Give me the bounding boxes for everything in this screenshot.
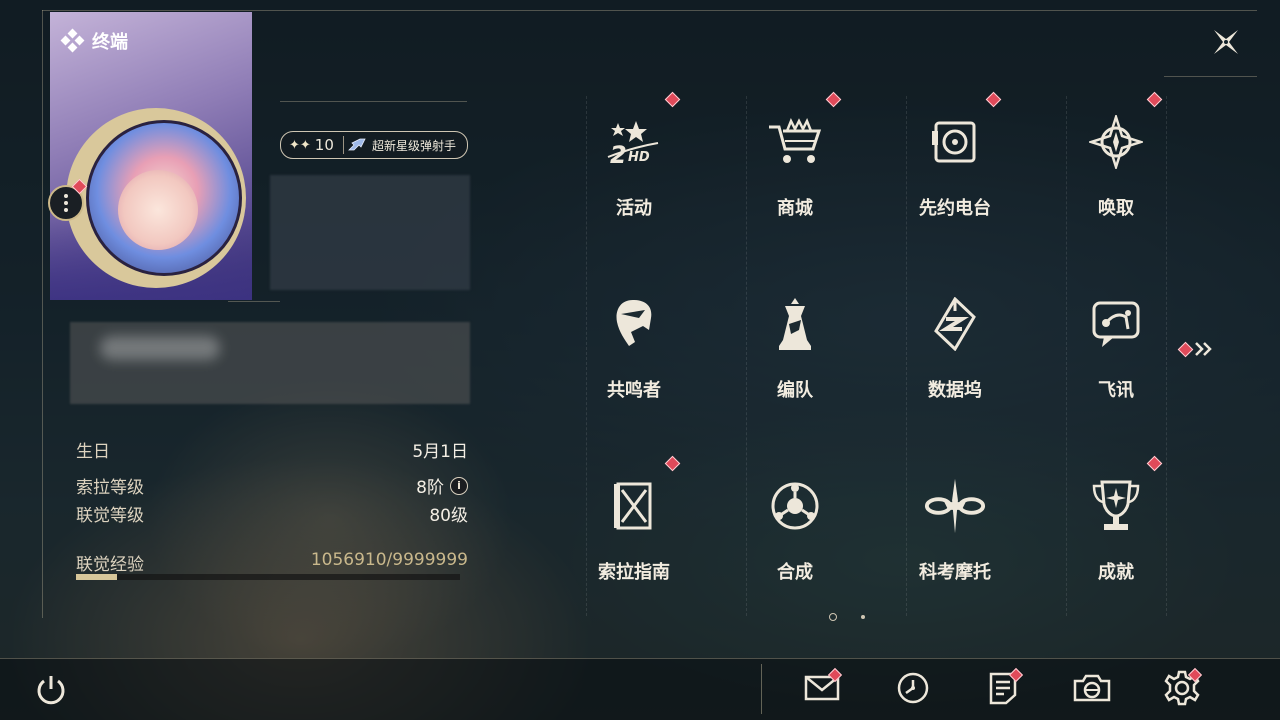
- team-chess-icon: [763, 292, 827, 356]
- menu-item-label: 商城: [777, 198, 813, 219]
- double-chevron-right-icon: [1195, 342, 1212, 356]
- card-title-text: 终端: [92, 32, 128, 53]
- svg-text:HD: HD: [628, 150, 650, 165]
- avatar-face: [118, 170, 198, 250]
- power-button[interactable]: [31, 670, 71, 710]
- birthday-value: 5月1日: [412, 442, 468, 462]
- menu-item-label: 数据坞: [928, 380, 982, 401]
- exp-progress-bar: [76, 574, 460, 580]
- menu-item-label: 飞讯: [1098, 380, 1134, 401]
- exp-progress-fill: [76, 574, 117, 580]
- synthesis-icon: [763, 474, 827, 538]
- close-icon: [1214, 30, 1238, 54]
- clock-icon: [896, 671, 930, 709]
- shop-cart-icon: [763, 110, 827, 174]
- notification-badge: [664, 455, 681, 472]
- frame-left-line: [42, 10, 43, 618]
- sola-level-row: 索拉等级 8阶 i: [76, 473, 468, 498]
- rank-level-value: 10: [314, 136, 334, 154]
- menu-item-label: 共鸣者: [607, 380, 661, 401]
- menu-item-label: 成就: [1098, 562, 1134, 583]
- obscured-name-area: [70, 322, 470, 404]
- diamond-cluster-icon: [60, 28, 85, 53]
- card-title: 终端: [60, 28, 128, 54]
- rank-underline: [280, 101, 467, 102]
- union-level-row: 联觉等级 80级: [76, 501, 468, 526]
- card-divider: [228, 301, 280, 302]
- bottom-divider: [761, 664, 762, 714]
- birthday-row: 生日 5月1日: [76, 437, 468, 462]
- databank-icon: [923, 292, 987, 356]
- power-icon: [37, 676, 65, 705]
- trophy-icon: [1084, 474, 1148, 538]
- menu-item-guide-book[interactable]: 索拉指南: [554, 455, 714, 606]
- camera-button[interactable]: [1072, 670, 1112, 710]
- guide-book-icon: [602, 474, 666, 538]
- frame-corner-line: [1164, 76, 1257, 77]
- message-icon: [1084, 292, 1148, 356]
- radio-icon: [923, 110, 987, 174]
- exp-label: 联觉经验: [76, 555, 144, 575]
- event-2hd-icon: 2 HD: [602, 110, 666, 174]
- mail-button[interactable]: [802, 667, 843, 710]
- menu-item-shop-cart[interactable]: 商城: [715, 91, 875, 242]
- exp-row: 联觉经验 1056910/9999999: [76, 550, 468, 575]
- next-page-badge: [1177, 341, 1194, 357]
- menu-item-label: 编队: [777, 380, 813, 401]
- page-dot[interactable]: [861, 615, 865, 619]
- notification-badge: [825, 91, 842, 108]
- rank-level: ✦✦ 10: [281, 136, 343, 154]
- rank-pill[interactable]: ✦✦ 10 超新星级弹射手: [280, 131, 468, 159]
- frame-top-line: [42, 10, 1257, 11]
- next-page-button[interactable]: [1177, 340, 1215, 358]
- menu-item-summon-compass[interactable]: 唤取: [1036, 91, 1196, 242]
- sola-level-value: 8阶: [416, 478, 444, 498]
- notification-badge: [1146, 455, 1163, 472]
- sola-level-value-group: 8阶 i: [416, 473, 468, 498]
- clock-button[interactable]: [893, 670, 933, 710]
- menu-item-label: 先约电台: [919, 198, 991, 219]
- notification-badge: [664, 91, 681, 108]
- union-level-value: 80级: [429, 506, 468, 526]
- menu-item-synthesis[interactable]: 合成: [715, 456, 875, 606]
- menu-item-team-chess[interactable]: 编队: [715, 274, 875, 424]
- exp-value: 1056910/9999999: [310, 550, 468, 570]
- notification-badge: [985, 91, 1002, 108]
- menu-item-databank[interactable]: 数据坞: [875, 274, 1035, 424]
- resonator-icon: [602, 292, 666, 356]
- menu-item-event-2hd[interactable]: 2 HD 活动: [554, 91, 714, 242]
- birthday-label: 生日: [76, 442, 110, 462]
- info-icon[interactable]: i: [450, 476, 468, 495]
- rank-name: 超新星级弹射手: [344, 137, 456, 154]
- notification-badge: [1146, 91, 1163, 108]
- rank-name-text: 超新星级弹射手: [372, 138, 457, 153]
- menu-item-radio[interactable]: 先约电台: [875, 91, 1035, 242]
- summon-compass-icon: [1084, 110, 1148, 174]
- menu-item-label: 索拉指南: [598, 562, 670, 583]
- close-button[interactable]: [1208, 24, 1244, 60]
- menu-item-trophy[interactable]: 成就: [1036, 455, 1196, 606]
- page-dot-active[interactable]: [829, 613, 837, 621]
- menu-item-message[interactable]: 飞讯: [1036, 274, 1196, 424]
- menu-item-motorcycle[interactable]: 科考摩托: [875, 456, 1035, 606]
- rocket-icon: [348, 138, 366, 151]
- camera-icon: [1073, 673, 1111, 707]
- union-level-label: 联觉等级: [76, 506, 144, 526]
- obscured-signature-area: [270, 175, 470, 290]
- sola-level-label: 索拉等级: [76, 478, 144, 498]
- motorcycle-icon: [923, 474, 987, 538]
- settings-button[interactable]: [1162, 667, 1203, 710]
- menu-item-label: 合成: [777, 562, 813, 583]
- notes-button[interactable]: [983, 667, 1024, 710]
- menu-item-label: 唤取: [1098, 198, 1134, 219]
- menu-item-resonator[interactable]: 共鸣者: [554, 274, 714, 424]
- menu-item-label: 科考摩托: [919, 562, 991, 583]
- terminal-screen: 终端 ✦✦ 10 超新星级弹射手 生日 5月1日 索拉等级 8阶 i 联觉等级: [0, 0, 1280, 720]
- menu-item-label: 活动: [616, 198, 652, 219]
- sparkle-icon: ✦✦: [289, 137, 311, 153]
